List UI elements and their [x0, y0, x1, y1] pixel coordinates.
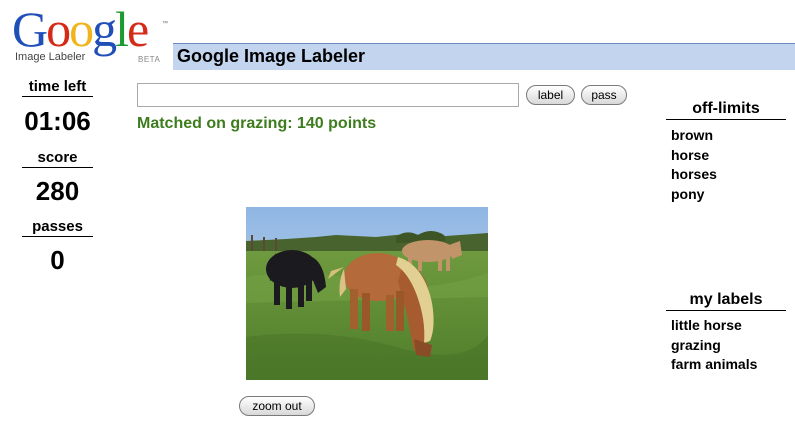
beta-badge: BETA [138, 55, 161, 64]
pass-button[interactable]: pass [581, 85, 627, 105]
off-limits-item: horses [671, 166, 717, 182]
label-input[interactable] [137, 83, 519, 107]
off-limits-item: brown [671, 127, 713, 143]
off-limits-heading: off-limits [666, 100, 786, 120]
time-left-value: 01:06 [24, 106, 91, 136]
time-left-label: time left [22, 78, 93, 97]
off-limits-item: pony [671, 185, 705, 202]
logo-letter: l [115, 1, 129, 57]
my-label-item: little horse [671, 317, 742, 333]
score-label: score [22, 149, 93, 168]
match-status-message: Matched on grazing: 140 points [137, 115, 377, 132]
logo-letter: o [46, 1, 71, 57]
score-value: 280 [35, 176, 80, 206]
logo-wordmark: Google [12, 1, 149, 57]
zoom-out-button[interactable]: zoom out [239, 396, 315, 416]
logo-letter: o [69, 1, 94, 57]
logo-letter: e [127, 1, 149, 57]
label-button[interactable]: label [526, 85, 575, 105]
google-logo: Google ™ Image Labeler BETA [12, 4, 174, 68]
off-limits-item: horse [671, 146, 710, 163]
labeling-image [246, 207, 488, 380]
logo-letter: g [92, 1, 117, 57]
my-labels-heading: my labels [666, 291, 786, 311]
my-label-item: grazing [671, 336, 721, 353]
logo-letter: G [12, 1, 48, 57]
my-labels-list: little horse grazing farm animals [671, 316, 757, 375]
my-label-item: farm animals [671, 356, 758, 372]
off-limits-list: brown horse horses pony [671, 126, 717, 204]
logo-subtitle: Image Labeler [15, 51, 86, 63]
title-bar: Google Image Labeler [173, 43, 795, 70]
trademark-mark: ™ [162, 21, 168, 27]
page-title: Google Image Labeler [177, 46, 366, 66]
passes-value: 0 [50, 245, 65, 275]
passes-label: passes [22, 218, 93, 237]
